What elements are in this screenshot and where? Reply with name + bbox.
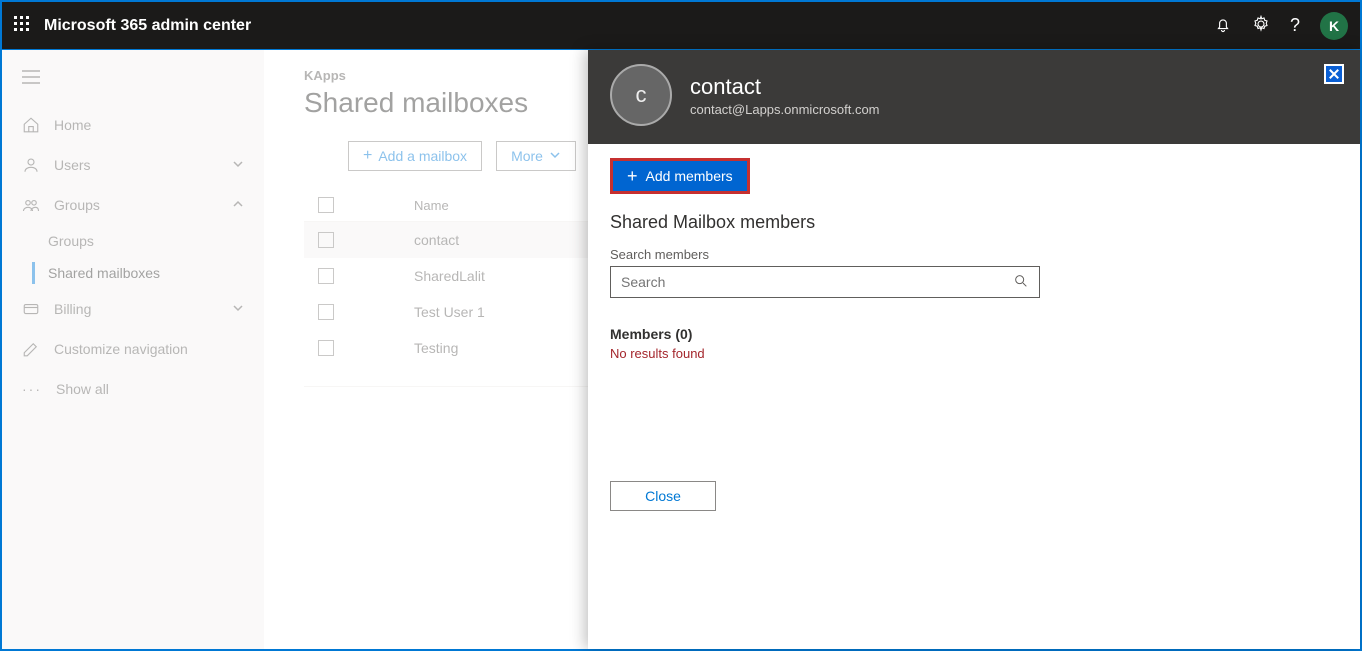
row-checkbox[interactable] <box>318 232 334 248</box>
button-label: Add a mailbox <box>378 148 467 164</box>
sidebar-item-label: Groups <box>54 197 100 213</box>
settings-icon[interactable] <box>1252 15 1270 36</box>
cell-name: Test User 1 <box>414 304 485 320</box>
row-checkbox[interactable] <box>318 304 334 320</box>
sidebar-item-billing[interactable]: Billing <box>2 289 264 329</box>
button-label: More <box>511 148 543 164</box>
panel-header: c contact contact@Lapps.onmicrosoft.com <box>588 50 1360 144</box>
sidebar-item-label: Customize navigation <box>54 341 188 357</box>
top-bar: Microsoft 365 admin center ? K <box>2 2 1360 50</box>
sidebar-item-label: Users <box>54 157 91 173</box>
row-checkbox[interactable] <box>318 268 334 284</box>
hamburger-icon[interactable] <box>2 64 264 105</box>
section-title: Shared Mailbox members <box>610 212 1338 233</box>
sidebar-sub-label: Shared mailboxes <box>48 265 160 281</box>
button-label: Add members <box>646 168 733 184</box>
column-header-name[interactable]: Name <box>414 198 449 213</box>
search-icon[interactable] <box>1013 273 1029 292</box>
sidebar-item-show-all[interactable]: ··· Show all <box>2 369 264 409</box>
chevron-down-icon <box>232 157 244 173</box>
help-icon[interactable]: ? <box>1290 15 1300 36</box>
sidebar-sub-groups[interactable]: Groups <box>2 225 264 257</box>
sidebar-item-label: Billing <box>54 301 91 317</box>
close-button[interactable]: Close <box>610 481 716 511</box>
sidebar-item-home[interactable]: Home <box>2 105 264 145</box>
cell-name: contact <box>414 232 459 248</box>
app-launcher-icon[interactable] <box>14 16 30 35</box>
sidebar-item-customize[interactable]: Customize navigation <box>2 329 264 369</box>
no-results-text: No results found <box>610 346 1338 361</box>
details-panel: c contact contact@Lapps.onmicrosoft.com … <box>588 50 1360 649</box>
user-avatar[interactable]: K <box>1320 12 1348 40</box>
sidebar-sub-label: Groups <box>48 233 94 249</box>
panel-email: contact@Lapps.onmicrosoft.com <box>690 102 880 117</box>
plus-icon: + <box>627 167 638 185</box>
notifications-icon[interactable] <box>1214 15 1232 36</box>
sidebar-sub-shared-mailboxes[interactable]: Shared mailboxes <box>2 257 264 289</box>
cell-name: SharedLalit <box>414 268 485 284</box>
sidebar-item-label: Home <box>54 117 91 133</box>
panel-title: contact <box>690 74 880 100</box>
search-input[interactable] <box>621 274 1013 290</box>
close-icon[interactable] <box>1324 64 1344 84</box>
ellipsis-icon: ··· <box>22 381 42 397</box>
brand-title: Microsoft 365 admin center <box>44 17 251 35</box>
chevron-up-icon <box>232 197 244 213</box>
select-all-checkbox[interactable] <box>318 197 334 213</box>
plus-icon: + <box>363 148 372 164</box>
chevron-down-icon <box>232 301 244 317</box>
sidebar-item-groups[interactable]: Groups <box>2 185 264 225</box>
add-members-button[interactable]: + Add members <box>613 161 747 191</box>
sidebar-item-users[interactable]: Users <box>2 145 264 185</box>
row-checkbox[interactable] <box>318 340 334 356</box>
add-mailbox-button[interactable]: + Add a mailbox <box>348 141 482 171</box>
chevron-down-icon <box>549 148 561 164</box>
sidebar: Home Users Groups Groups Shared mailboxe… <box>2 50 264 649</box>
search-box[interactable] <box>610 266 1040 298</box>
sidebar-item-label: Show all <box>56 381 109 397</box>
mailbox-avatar: c <box>610 64 672 126</box>
add-members-highlight: + Add members <box>610 158 750 194</box>
members-heading: Members (0) <box>610 326 1338 342</box>
search-label: Search members <box>610 247 1338 262</box>
more-button[interactable]: More <box>496 141 576 171</box>
cell-name: Testing <box>414 340 458 356</box>
